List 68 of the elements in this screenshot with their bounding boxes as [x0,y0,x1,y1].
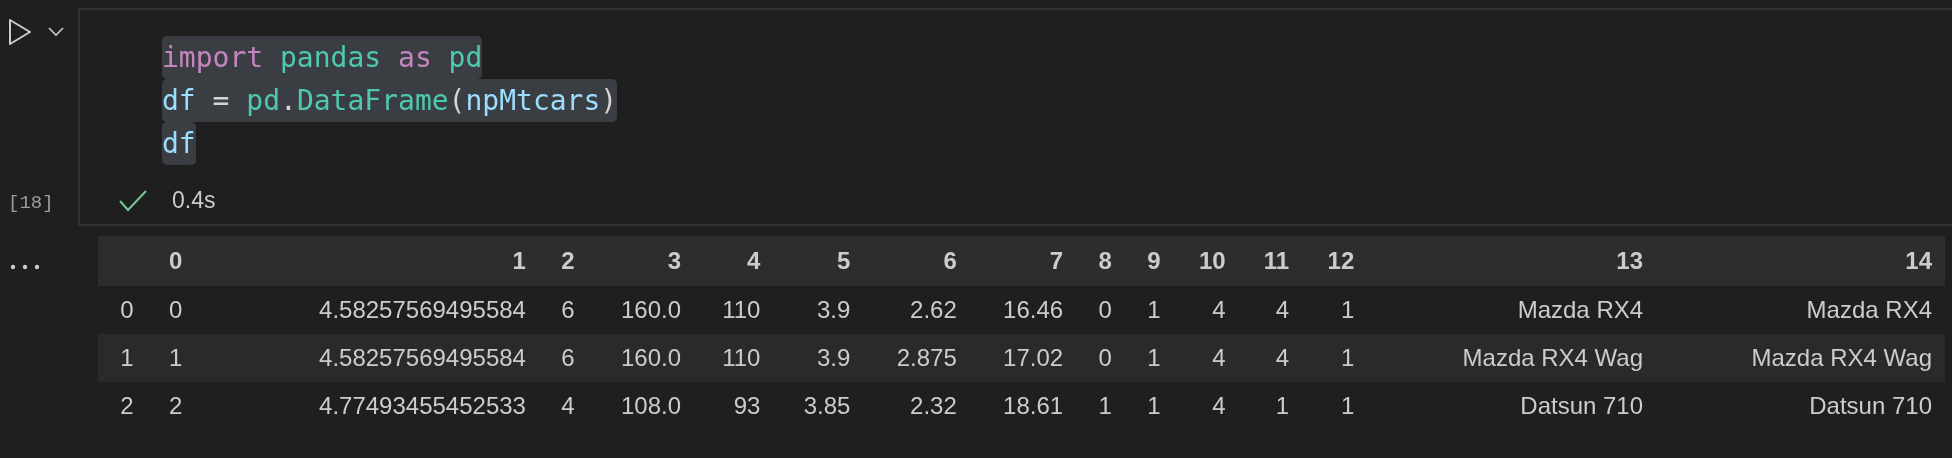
table-cell: 160.0 [587,334,694,382]
table-cell: 160.0 [587,286,694,334]
column-header: 6 [863,236,970,286]
table-cell: 3.9 [773,286,864,334]
table-cell: 108.0 [587,382,694,430]
table-cell: Datsun 710 [1367,382,1657,430]
table-cell: Mazda RX4 Wag [1656,334,1945,382]
table-cell: 4 [1238,334,1303,382]
table-cell: 3.9 [773,334,864,382]
row-index: 1 [98,334,147,382]
table-cell: 17.02 [969,334,1077,382]
table-cell: Mazda RX4 Wag [1367,334,1657,382]
table-cell: 6 [538,286,588,334]
table-cell: 4 [538,382,588,430]
table-cell: 6 [538,334,588,382]
table-cell: Mazda RX4 [1367,286,1657,334]
table-cell: 1 [1076,382,1125,430]
table-cell: 1 [146,334,196,382]
column-header: 7 [969,236,1077,286]
table-cell: 1 [1238,382,1303,430]
column-header: 12 [1302,236,1368,286]
column-header: 1 [195,236,539,286]
table-cell: 4.58257569495584 [195,286,539,334]
table-cell: Mazda RX4 [1656,286,1945,334]
table-cell: 1 [1302,334,1368,382]
table-cell: 4.58257569495584 [195,334,539,382]
table-cell: 4 [1238,286,1303,334]
column-header: 2 [538,236,588,286]
table-cell: 0 [146,286,196,334]
table-cell: 0 [1076,286,1125,334]
table-cell: 4 [1173,382,1239,430]
column-header: 8 [1076,236,1125,286]
table-cell: 2.875 [863,334,970,382]
table-cell: 110 [694,334,774,382]
table-cell: 1 [1124,286,1174,334]
column-header: 11 [1238,236,1303,286]
table-cell: Datsun 710 [1656,382,1945,430]
chevron-down-icon[interactable] [48,27,64,37]
table-cell: 2.32 [863,382,970,430]
table-cell: 4.77493455452533 [195,382,539,430]
column-header: 13 [1367,236,1657,286]
table-cell: 1 [1124,382,1174,430]
table-cell: 1 [1302,382,1368,430]
column-header: 10 [1173,236,1239,286]
table-cell: 93 [694,382,774,430]
execution-count: [18] [8,192,54,214]
column-header: 14 [1656,236,1945,286]
table-cell: 2 [146,382,196,430]
table-cell: 1 [1302,286,1368,334]
column-header: 3 [587,236,694,286]
execution-duration: 0.4s [172,187,216,214]
table-cell: 110 [694,286,774,334]
run-icon[interactable] [8,18,32,46]
row-index: 2 [98,382,147,430]
table-cell: 2.62 [863,286,970,334]
table-cell: 16.46 [969,286,1077,334]
column-header: 9 [1124,236,1174,286]
more-icon[interactable] [10,264,40,270]
table-cell: 4 [1173,286,1239,334]
table-cell: 0 [1076,334,1125,382]
column-header: 0 [146,236,196,286]
column-header: 4 [694,236,774,286]
column-header: 5 [773,236,864,286]
row-index: 0 [98,286,147,334]
table-cell: 4 [1173,334,1239,382]
table-cell: 1 [1124,334,1174,382]
table-cell: 3.85 [773,382,864,430]
table-cell: 18.61 [969,382,1077,430]
